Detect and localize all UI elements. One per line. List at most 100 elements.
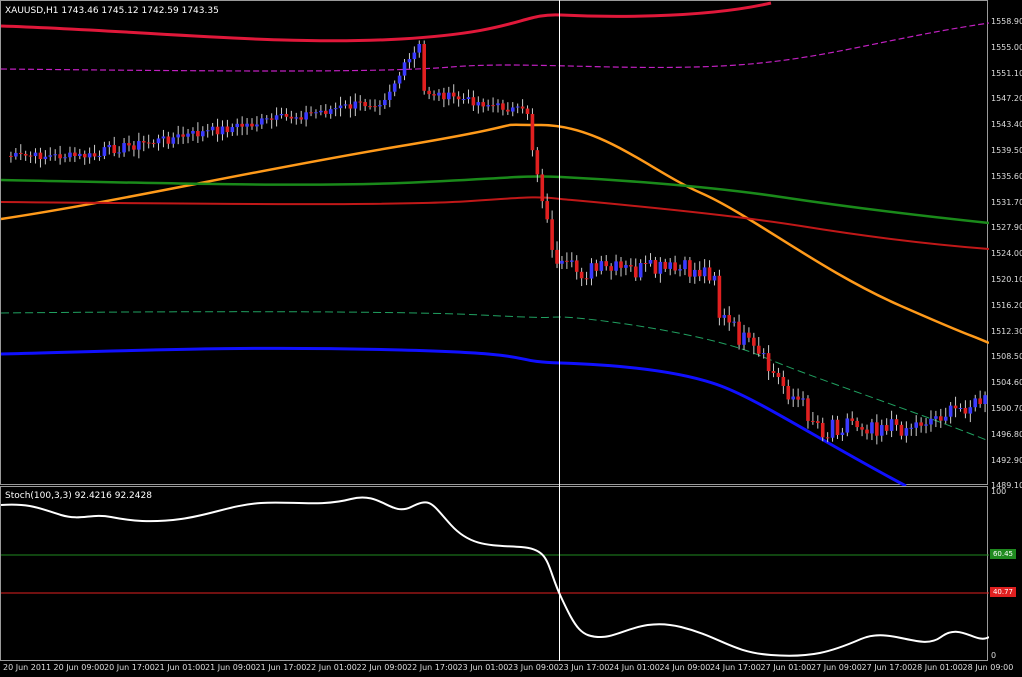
candle [973, 394, 978, 412]
crosshair-vertical-line[interactable] [559, 0, 560, 661]
candle [688, 257, 692, 284]
price-chart-canvas[interactable] [1, 1, 989, 486]
candle [899, 421, 904, 440]
stochastic-title: Stoch(100,3,3) 92.4216 92.2428 [5, 491, 152, 501]
time-tick-label: 21 Jun 09:00 [205, 663, 256, 672]
candle [235, 118, 240, 136]
candle [963, 400, 968, 419]
time-tick-label: 22 Jun 01:00 [306, 663, 357, 672]
candle [801, 391, 805, 407]
stochastic-pane[interactable]: Stoch(100,3,3) 92.4216 92.2428 [0, 486, 989, 662]
candle [574, 255, 579, 280]
candle [122, 137, 126, 157]
candle [368, 99, 372, 110]
candle [447, 86, 451, 106]
candle [579, 267, 584, 287]
candle [737, 314, 741, 350]
candle [328, 105, 333, 119]
candle [92, 144, 97, 161]
candle [756, 337, 761, 357]
candle [28, 151, 33, 163]
candle [663, 258, 668, 273]
candle [894, 414, 899, 431]
candle [451, 84, 456, 104]
candle [387, 84, 392, 108]
candle [466, 89, 471, 104]
candle [560, 256, 564, 270]
price-tick-label: 1547.20 [991, 94, 1022, 104]
candle [73, 147, 77, 163]
candle [648, 253, 653, 267]
candle [771, 363, 776, 378]
chart-title: XAUUSD,H1 1743.46 1745.12 1742.59 1743.3… [5, 6, 219, 16]
time-tick-label: 23 Jun 17:00 [558, 663, 610, 672]
candle [284, 108, 289, 121]
candle [614, 254, 618, 276]
candle [299, 110, 303, 124]
candle [166, 131, 171, 149]
candle [510, 102, 515, 117]
candle [683, 256, 687, 276]
time-tick-label: 20 Jun 17:00 [104, 663, 155, 672]
candle [742, 324, 746, 350]
candle [816, 415, 820, 429]
candle [584, 271, 589, 286]
candle [491, 97, 495, 113]
candle [624, 260, 628, 276]
candle [324, 104, 328, 118]
candle [845, 413, 850, 437]
price-chart-pane[interactable]: XAUUSD,H1 1743.46 1745.12 1742.59 1743.3… [0, 0, 989, 486]
candle [33, 148, 38, 164]
time-tick-label: 22 Jun 09:00 [356, 663, 408, 672]
candle [78, 148, 82, 160]
candle [402, 59, 407, 81]
time-tick-label: 27 Jun 01:00 [760, 663, 812, 672]
candle [983, 391, 987, 413]
candle [289, 110, 294, 124]
candle [968, 400, 973, 423]
candle [87, 147, 92, 164]
candle [417, 40, 422, 58]
candle [540, 168, 545, 209]
candle [132, 141, 136, 157]
price-axis: 1558.90 1555.00 1551.10 1547.20 1543.40 1539.… [988, 0, 1022, 661]
candle [978, 390, 982, 408]
price-tick-label: 1531.70 [991, 197, 1022, 207]
candle [796, 388, 800, 408]
candle [363, 98, 367, 111]
candle [673, 255, 677, 275]
candle [181, 126, 185, 144]
candle [176, 125, 180, 145]
price-tick-label: 1500.70 [991, 404, 1022, 413]
candle [924, 417, 928, 434]
candle [48, 147, 53, 161]
price-tick-label: 1539.50 [991, 146, 1022, 155]
candle [14, 148, 18, 160]
candle [407, 53, 412, 69]
candle [107, 141, 112, 155]
stochastic-canvas[interactable] [1, 487, 989, 662]
candle [9, 151, 13, 163]
candle [697, 261, 702, 282]
candle [264, 115, 269, 124]
candle [137, 132, 141, 159]
stoch-level-low-badge: 40.77 [990, 587, 1016, 597]
price-tick-label: 1555.00 [991, 42, 1022, 52]
candle [722, 308, 727, 326]
candle [702, 259, 707, 284]
candle [707, 260, 712, 284]
candle [186, 128, 190, 144]
time-tick-label: 22 Jun 17:00 [407, 663, 458, 672]
candle [732, 317, 736, 327]
candle [889, 410, 894, 438]
price-tick-label: 1520.10 [991, 275, 1022, 284]
candle [727, 306, 732, 331]
candle [201, 126, 205, 142]
candle [58, 145, 62, 165]
candle [161, 129, 166, 148]
candle [319, 105, 323, 116]
candle [245, 118, 249, 135]
candle [506, 102, 510, 115]
candle [530, 108, 535, 157]
candle [914, 415, 918, 437]
